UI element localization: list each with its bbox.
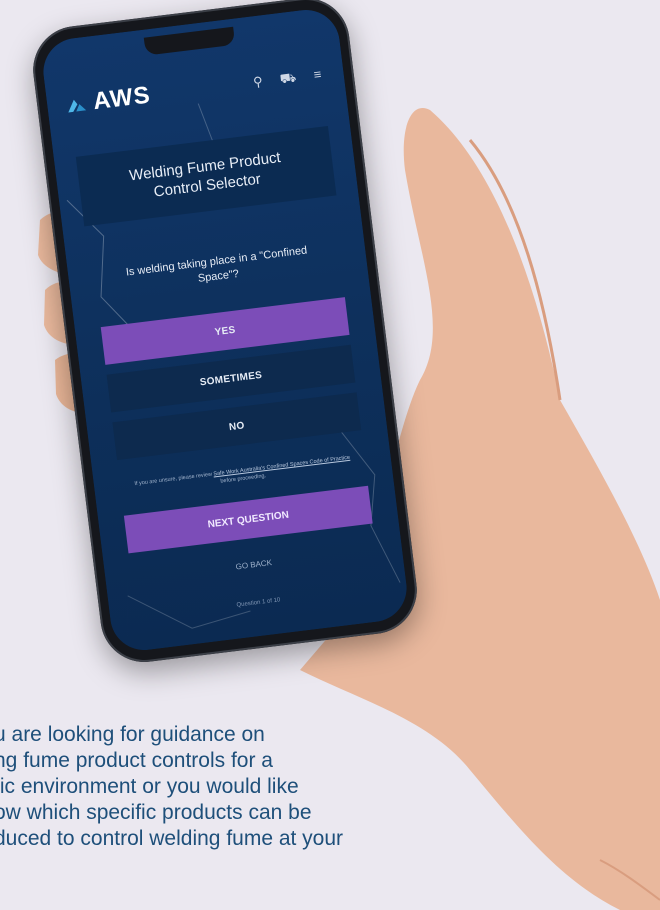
- code-of-practice-link[interactable]: Safe Work Australia's Confined Spaces Co…: [213, 455, 350, 478]
- caption-line: ng fume product controls for a: [0, 749, 273, 772]
- intro-caption: u are looking for guidance on ng fume pr…: [0, 722, 514, 852]
- selector-header: Welding Fume Product Control Selector: [75, 125, 337, 227]
- search-icon[interactable]: ⚲: [249, 73, 267, 91]
- top-navigation: AWS ⚲ ⛟ ≡: [45, 48, 347, 132]
- logo-text: AWS: [91, 81, 153, 116]
- phone-notch: [143, 26, 236, 56]
- page-title: Welding Fume Product Control Selector: [128, 149, 282, 201]
- cart-icon[interactable]: ⛟: [279, 70, 297, 88]
- caption-line: u are looking for guidance on: [0, 723, 265, 746]
- caption-line: fic environment or you would like: [0, 775, 299, 798]
- question-text: Is welding taking place in a "Confined S…: [125, 244, 308, 285]
- question-progress-text: Question 1 of 10: [236, 597, 281, 609]
- caption-line: duced to control welding fume at your: [0, 827, 344, 850]
- guidance-note-prefix: If you are unsure, please review: [134, 471, 214, 488]
- menu-icon[interactable]: ≡: [309, 66, 327, 84]
- next-question-button[interactable]: NEXT QUESTION: [123, 485, 373, 554]
- logo-mark-icon: [68, 99, 87, 113]
- header-icons: ⚲ ⛟ ≡: [249, 66, 326, 91]
- caption-line: ow which specific products can be: [0, 801, 312, 824]
- brand-logo[interactable]: AWS: [64, 81, 152, 119]
- phone-screen: AWS ⚲ ⛟ ≡ Welding Fume Product Control S…: [39, 6, 411, 654]
